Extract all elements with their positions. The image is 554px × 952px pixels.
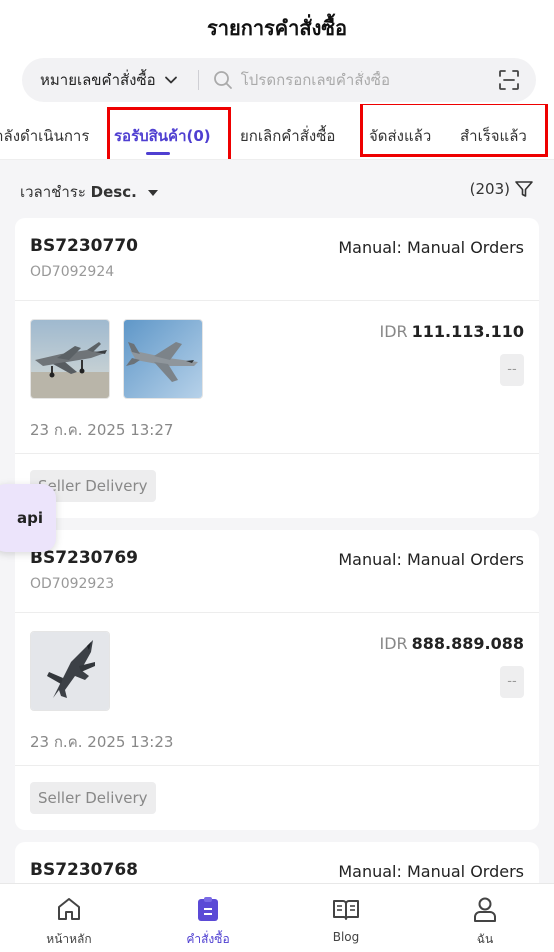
tab-awaiting-receipt[interactable]: รอรับสินค้า(0) bbox=[114, 124, 211, 148]
sort-order: Desc. bbox=[90, 183, 137, 201]
tab-processing[interactable]: กำลังดำเนินการ bbox=[0, 124, 89, 148]
order-number: BS7230768 bbox=[30, 860, 139, 880]
product-image[interactable] bbox=[30, 319, 110, 399]
scan-icon[interactable] bbox=[498, 69, 520, 91]
tab-cancelled[interactable]: ยกเลิกคำสั่งซื้อ bbox=[240, 124, 335, 148]
order-action-button[interactable]: -- bbox=[500, 354, 524, 386]
fighter-jet-parked-image bbox=[31, 320, 109, 398]
user-icon bbox=[474, 897, 496, 922]
divider bbox=[15, 765, 539, 766]
order-card[interactable]: BS7230770 OD7092924 Manual: Manual Order… bbox=[15, 218, 539, 518]
order-channel: Manual: Manual Orders bbox=[338, 238, 524, 257]
search-divider bbox=[197, 70, 199, 90]
stealth-fighter-jet-image bbox=[31, 632, 109, 710]
tab-completed[interactable]: สำเร็จแล้ว bbox=[460, 124, 527, 148]
fighter-jet-flying-image bbox=[124, 320, 202, 398]
divider bbox=[15, 300, 539, 301]
nav-item-blog[interactable]: Blog bbox=[296, 884, 396, 952]
order-channel: Manual: Manual Orders bbox=[338, 550, 524, 569]
home-icon bbox=[58, 898, 80, 920]
order-action-button[interactable]: -- bbox=[500, 666, 524, 698]
sub-order-number: OD7092923 bbox=[30, 576, 115, 592]
order-price: IDR 888.889.088 bbox=[379, 634, 524, 653]
book-icon bbox=[333, 900, 359, 920]
header: รายการคำสั่งซื้อ bbox=[0, 0, 554, 52]
order-time: 23 ก.ค. 2025 13:23 bbox=[30, 733, 174, 751]
amount: 888.889.088 bbox=[411, 634, 524, 653]
nav-label: หน้าหลัก bbox=[46, 932, 92, 946]
nav-item-home[interactable]: หน้าหลัก bbox=[19, 884, 119, 952]
page-title: รายการคำสั่งซื้อ bbox=[207, 16, 347, 40]
tab-shipped[interactable]: จัดส่งแล้ว bbox=[369, 124, 431, 148]
search-box: หมายเลขคำสั่งซื้อ bbox=[22, 58, 536, 102]
order-number: BS7230770 bbox=[30, 236, 139, 256]
amount: 111.113.110 bbox=[411, 322, 524, 341]
divider bbox=[15, 612, 539, 613]
product-image[interactable] bbox=[30, 631, 110, 711]
search-type-dropdown[interactable]: หมายเลขคำสั่งซื้อ bbox=[40, 68, 178, 92]
order-time: 23 ก.ค. 2025 13:27 bbox=[30, 421, 174, 439]
divider bbox=[15, 453, 539, 454]
sub-order-number: OD7092924 bbox=[30, 264, 115, 280]
sort-row: เวลาชำระ Desc. (203) bbox=[0, 170, 554, 210]
filter-icon[interactable] bbox=[514, 179, 534, 199]
nav-item-me[interactable]: ฉัน bbox=[435, 884, 535, 952]
search-icon bbox=[213, 71, 232, 89]
order-card[interactable]: BS7230769 OD7092923 Manual: Manual Order… bbox=[15, 530, 539, 830]
api-floating-button[interactable]: api bbox=[0, 484, 56, 552]
currency: IDR bbox=[379, 322, 408, 341]
search-input[interactable] bbox=[240, 71, 471, 89]
sort-field: เวลาชำระ bbox=[20, 183, 86, 201]
chevron-down-icon bbox=[164, 76, 177, 84]
nav-label: คำสั่งซื้อ bbox=[186, 932, 230, 946]
bottom-nav: หน้าหลัก คำสั่งซื้อ Blog ฉัน bbox=[0, 883, 554, 952]
order-clipboard-icon bbox=[198, 897, 218, 921]
order-price: IDR 111.113.110 bbox=[379, 322, 524, 341]
result-count: (203) bbox=[469, 180, 510, 198]
status-tabs: กำลังดำเนินการ รอรับสินค้า(0) ยกเลิกคำสั… bbox=[0, 104, 554, 160]
order-channel: Manual: Manual Orders bbox=[338, 862, 524, 881]
product-image[interactable] bbox=[123, 319, 203, 399]
nav-label: Blog bbox=[332, 930, 360, 944]
currency: IDR bbox=[379, 634, 408, 653]
caret-down-icon bbox=[147, 189, 158, 196]
search-type-label: หมายเลขคำสั่งซื้อ bbox=[40, 71, 156, 89]
sort-dropdown[interactable]: เวลาชำระ Desc. bbox=[20, 180, 158, 204]
nav-label: ฉัน bbox=[476, 932, 494, 946]
search-area: หมายเลขคำสั่งซื้อ bbox=[0, 52, 554, 104]
delivery-tag: Seller Delivery bbox=[30, 782, 156, 814]
active-tab-indicator bbox=[146, 152, 170, 155]
nav-item-orders[interactable]: คำสั่งซื้อ bbox=[158, 884, 258, 952]
